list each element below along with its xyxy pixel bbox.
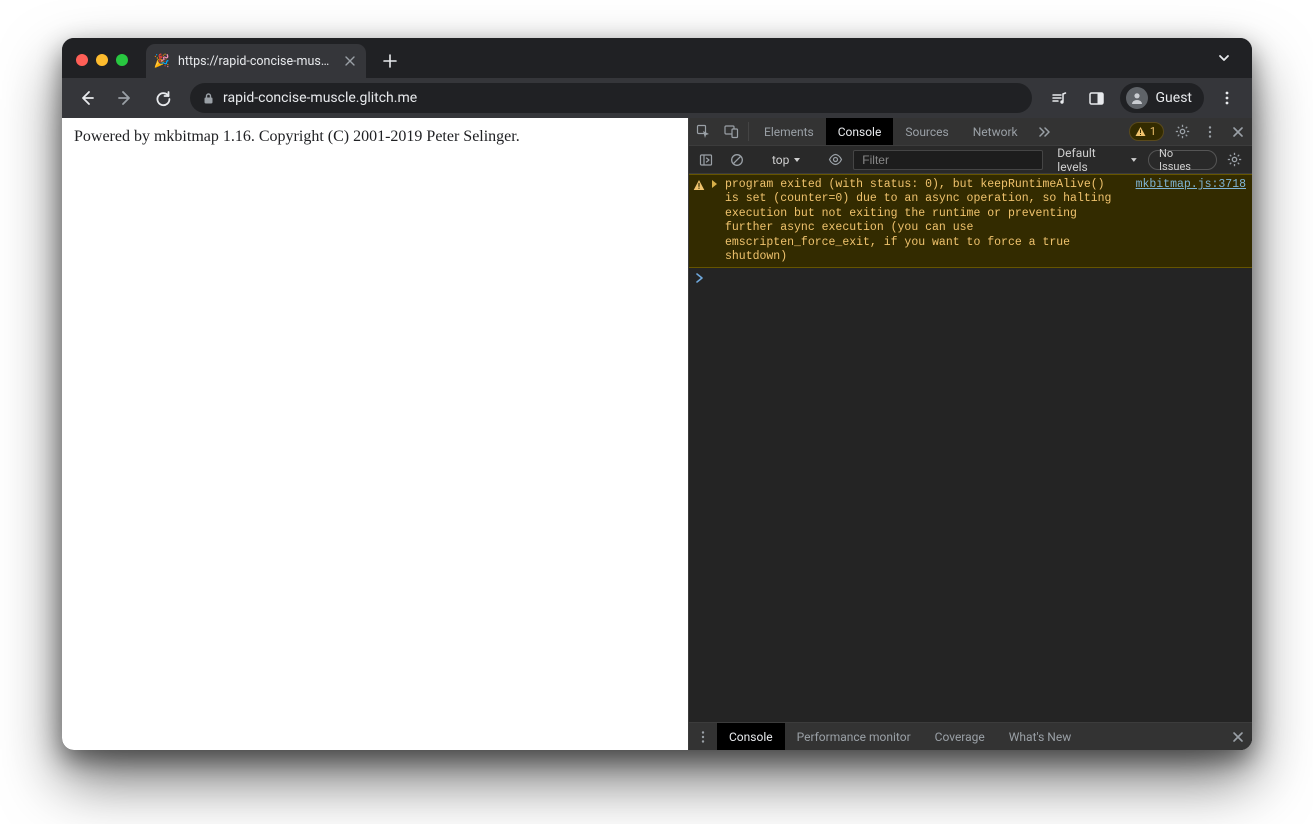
devtools-panel: Elements Console Sources Network 1 <box>688 118 1252 750</box>
back-button[interactable] <box>70 83 104 113</box>
expand-caret-icon[interactable] <box>711 178 721 189</box>
live-expression-button[interactable] <box>822 152 849 167</box>
devtools-settings-button[interactable] <box>1168 118 1196 145</box>
tab-elements[interactable]: Elements <box>752 118 826 145</box>
kebab-icon <box>696 730 710 744</box>
devtools-menu-button[interactable] <box>1196 118 1224 145</box>
devtools-tabs: Elements Console Sources Network 1 <box>689 118 1252 146</box>
prompt-caret-icon <box>695 272 705 284</box>
page-viewport[interactable]: Powered by mkbitmap 1.16. Copyright (C) … <box>62 118 688 750</box>
reload-icon <box>155 90 172 107</box>
caret-down-icon <box>793 156 801 164</box>
close-icon <box>1232 731 1244 743</box>
tab-favicon-icon: 🎉 <box>154 53 170 69</box>
tab-search-button[interactable] <box>1210 44 1238 72</box>
content-area: Powered by mkbitmap 1.16. Copyright (C) … <box>62 118 1252 750</box>
media-control-button[interactable] <box>1042 83 1076 113</box>
drawer-tab-console[interactable]: Console <box>717 723 785 750</box>
arrow-right-icon <box>116 89 134 107</box>
tab-network[interactable]: Network <box>961 118 1030 145</box>
panel-icon <box>1088 90 1105 107</box>
pointer-select-icon <box>696 124 711 139</box>
profile-label: Guest <box>1156 90 1192 106</box>
reload-button[interactable] <box>146 83 180 113</box>
console-sidebar-toggle[interactable] <box>693 153 720 167</box>
console-filter-input[interactable] <box>853 150 1043 170</box>
log-levels-label: Default levels <box>1057 146 1126 174</box>
eye-icon <box>828 152 843 167</box>
warning-icon <box>1135 126 1146 137</box>
browser-menu-button[interactable] <box>1210 83 1244 113</box>
gear-icon <box>1227 152 1242 167</box>
profile-chip[interactable]: Guest <box>1120 83 1204 113</box>
sidebar-toggle-icon <box>699 153 713 167</box>
new-tab-button[interactable] <box>376 47 404 75</box>
url-text: rapid-concise-muscle.glitch.me <box>223 90 1020 106</box>
side-panel-button[interactable] <box>1080 83 1114 113</box>
clear-console-button[interactable] <box>724 153 751 167</box>
clear-icon <box>730 153 744 167</box>
browser-tab[interactable]: 🎉 https://rapid-concise-muscle.g <box>146 44 366 78</box>
drawer-menu-button[interactable] <box>689 723 717 750</box>
issues-label: No Issues <box>1159 147 1206 173</box>
kebab-icon <box>1203 125 1217 139</box>
forward-button[interactable] <box>108 83 142 113</box>
warning-count: 1 <box>1150 125 1156 138</box>
drawer-tab-coverage[interactable]: Coverage <box>923 723 997 750</box>
drawer-tab-whatsnew[interactable]: What's New <box>997 723 1083 750</box>
drawer-close-button[interactable] <box>1224 723 1252 750</box>
context-label: top <box>772 153 789 167</box>
console-toolbar: top Default levels No Issues <box>689 146 1252 174</box>
inspect-element-button[interactable] <box>689 118 717 145</box>
music-note-icon <box>1050 89 1068 107</box>
tab-sources[interactable]: Sources <box>893 118 960 145</box>
caret-down-icon <box>1130 156 1138 164</box>
warning-source-link[interactable]: mkbitmap.js:3718 <box>1128 178 1246 191</box>
log-levels-select[interactable]: Default levels <box>1051 146 1144 174</box>
chevron-double-right-icon <box>1037 125 1051 139</box>
close-icon <box>345 56 355 66</box>
devtools-close-button[interactable] <box>1224 118 1252 145</box>
address-bar[interactable]: rapid-concise-muscle.glitch.me <box>190 83 1032 113</box>
chevron-down-icon <box>1217 51 1231 65</box>
warning-count-chip[interactable]: 1 <box>1129 122 1164 141</box>
console-prompt[interactable] <box>689 268 1252 288</box>
warning-message: program exited (with status: 0), but kee… <box>725 178 1124 264</box>
console-warning-row[interactable]: program exited (with status: 0), but kee… <box>689 174 1252 268</box>
warning-icon <box>693 178 707 191</box>
console-log-area[interactable]: program exited (with status: 0), but kee… <box>689 174 1252 722</box>
minimize-window-button[interactable] <box>96 54 108 66</box>
context-select[interactable]: top <box>766 153 807 167</box>
devices-icon <box>724 124 739 139</box>
kebab-icon <box>1219 90 1235 106</box>
browser-toolbar: rapid-concise-muscle.glitch.me Guest <box>62 78 1252 118</box>
device-toolbar-button[interactable] <box>717 118 745 145</box>
console-settings-button[interactable] <box>1221 152 1248 167</box>
issues-pill[interactable]: No Issues <box>1148 150 1217 170</box>
tab-title: https://rapid-concise-muscle.g <box>178 54 334 69</box>
browser-window: 🎉 https://rapid-concise-muscle.g <box>62 38 1252 750</box>
tab-console[interactable]: Console <box>826 118 894 145</box>
tab-close-button[interactable] <box>342 53 358 69</box>
window-controls <box>76 54 128 66</box>
gear-icon <box>1175 124 1190 139</box>
avatar-icon <box>1126 87 1148 109</box>
lock-icon <box>202 92 215 105</box>
close-window-button[interactable] <box>76 54 88 66</box>
drawer-tab-perfmon[interactable]: Performance monitor <box>785 723 923 750</box>
maximize-window-button[interactable] <box>116 54 128 66</box>
close-icon <box>1232 126 1244 138</box>
plus-icon <box>383 54 397 68</box>
tab-strip: 🎉 https://rapid-concise-muscle.g <box>62 38 1252 78</box>
more-tabs-button[interactable] <box>1030 118 1058 145</box>
arrow-left-icon <box>78 89 96 107</box>
page-body-text: Powered by mkbitmap 1.16. Copyright (C) … <box>74 128 676 146</box>
devtools-drawer: Console Performance monitor Coverage Wha… <box>689 722 1252 750</box>
